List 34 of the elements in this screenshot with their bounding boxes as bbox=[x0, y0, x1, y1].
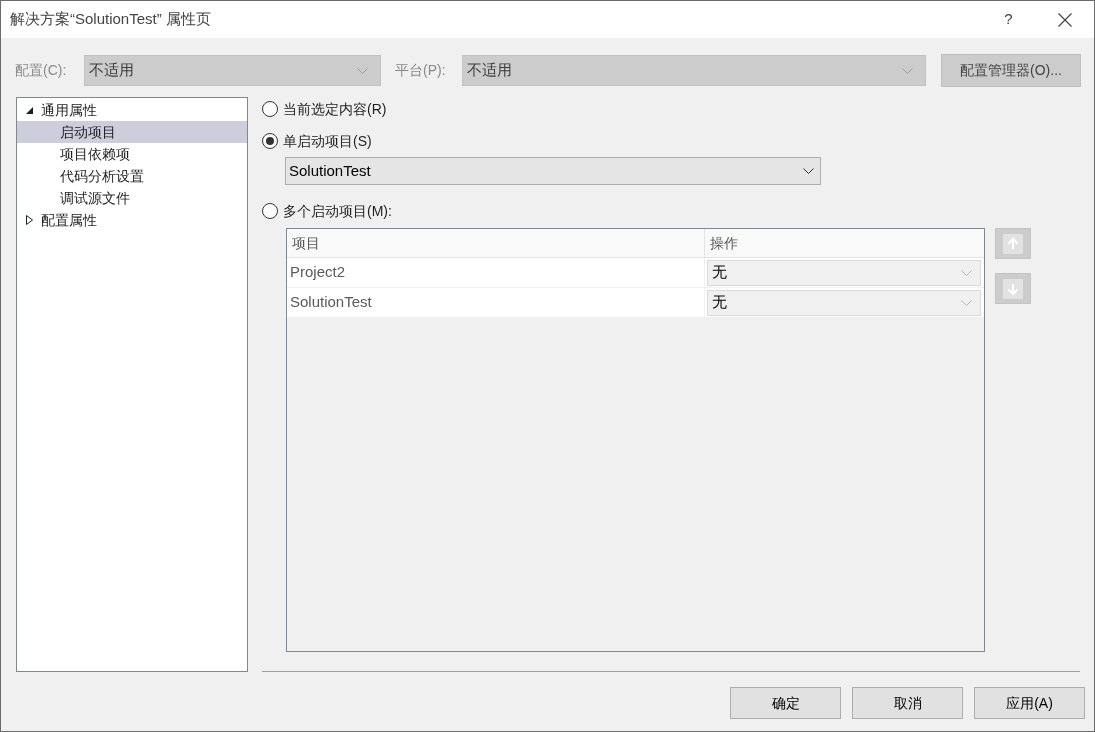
dialog-button[interactable]: 应用(A) bbox=[974, 687, 1085, 719]
chevron-down-icon bbox=[902, 67, 913, 74]
expanded-triangle-icon[interactable] bbox=[26, 106, 33, 114]
tree-item[interactable]: 项目依赖项 bbox=[17, 143, 247, 165]
window-title: 解决方案“SolutionTest” 属性页 bbox=[9, 9, 211, 30]
dialog-button[interactable]: 确定 bbox=[730, 687, 841, 719]
chevron-down-icon bbox=[357, 67, 368, 74]
radio-label: 当前选定内容(R) bbox=[283, 99, 387, 119]
close-icon bbox=[1058, 12, 1072, 27]
radio-label: 多个启动项目(M): bbox=[283, 201, 392, 221]
arrow-up-icon bbox=[1003, 233, 1023, 254]
tree-item[interactable]: 调试源文件 bbox=[17, 187, 247, 209]
column-header: 操作 bbox=[709, 233, 739, 253]
field-label: 配置(C): bbox=[15, 61, 68, 80]
tree-item[interactable]: 启动项目 bbox=[17, 121, 247, 143]
project-dropdown[interactable]: SolutionTest bbox=[285, 157, 821, 185]
tree-item[interactable]: 配置属性 bbox=[17, 209, 247, 231]
tree-item[interactable]: 通用属性 bbox=[17, 99, 247, 121]
column-header: 项目 bbox=[287, 229, 705, 257]
help-button[interactable]: ? bbox=[986, 1, 1031, 38]
chevron-down-icon bbox=[803, 168, 814, 174]
radio-label: 单启动项目(S) bbox=[283, 131, 372, 151]
collapsed-triangle-icon[interactable] bbox=[26, 215, 33, 225]
radio-button[interactable] bbox=[262, 133, 278, 149]
chevron-down-icon bbox=[961, 299, 972, 306]
radio-button[interactable] bbox=[262, 203, 278, 219]
arrow-down-icon bbox=[1003, 278, 1023, 299]
table-cell: Project2 bbox=[287, 258, 705, 287]
radio-button[interactable] bbox=[262, 101, 278, 117]
table-cell: SolutionTest bbox=[287, 288, 705, 317]
dialog-button[interactable]: 取消 bbox=[852, 687, 963, 719]
tree-item[interactable]: 代码分析设置 bbox=[17, 165, 247, 187]
field-label: 平台(P): bbox=[395, 61, 447, 80]
chevron-down-icon bbox=[961, 269, 972, 276]
